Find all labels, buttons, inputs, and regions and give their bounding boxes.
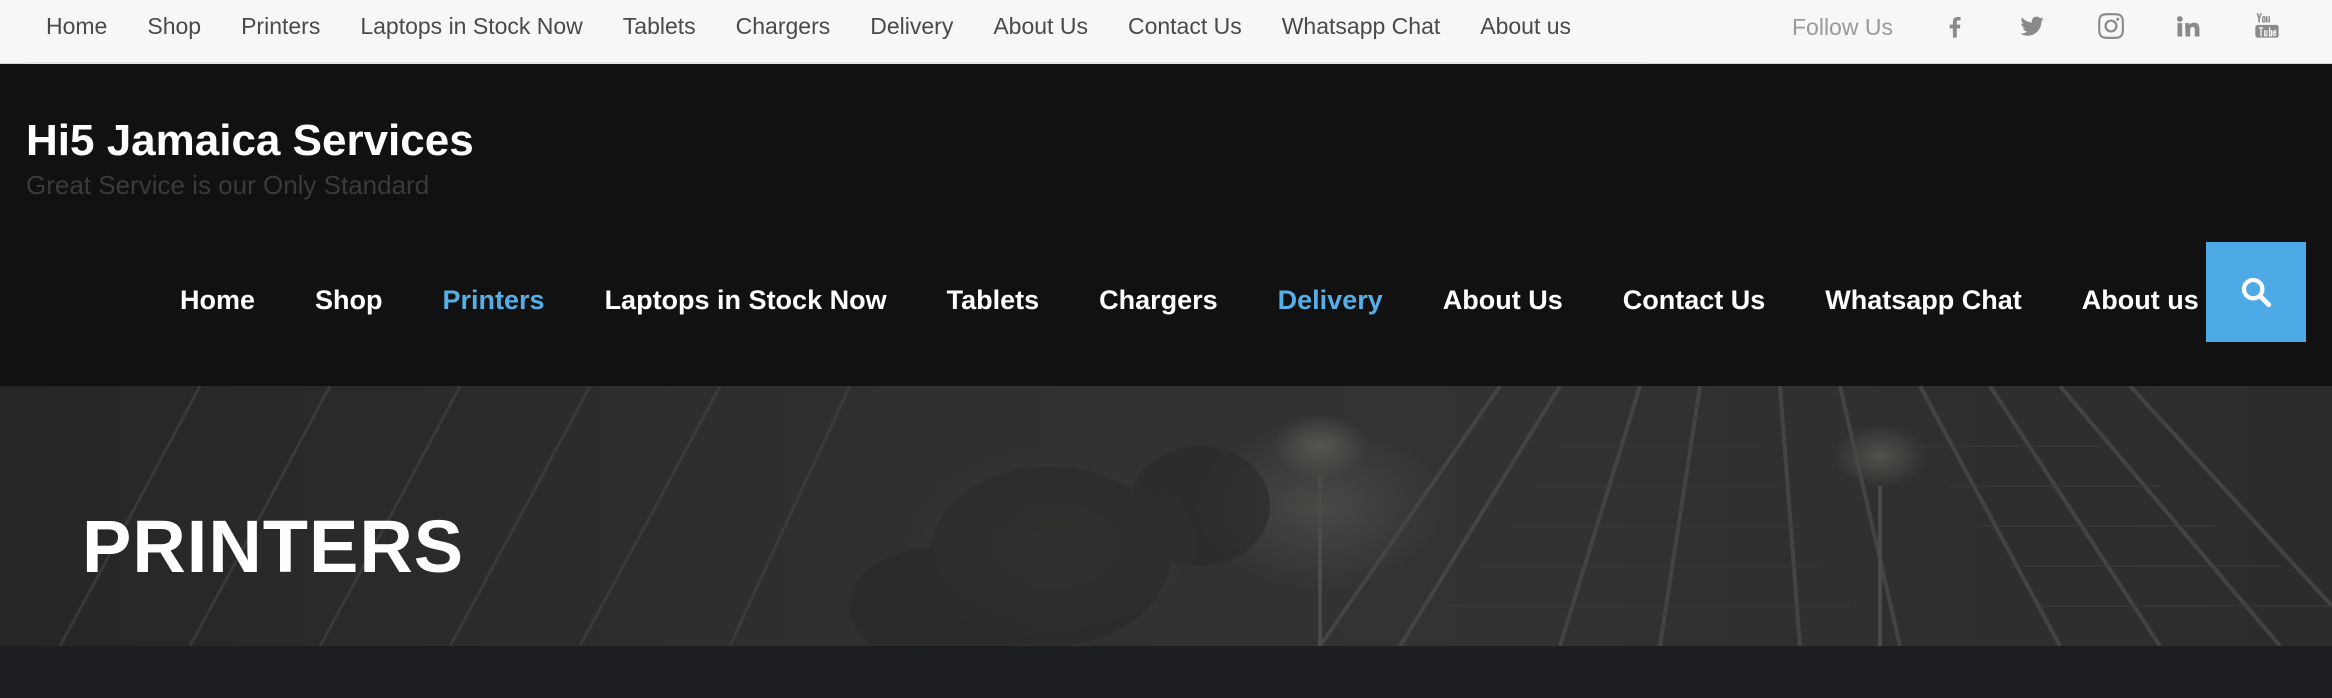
linkedin-icon[interactable] (2170, 8, 2206, 44)
main-nav-whatsapp-chat[interactable]: Whatsapp Chat (1795, 285, 2052, 316)
top-nav-delivery[interactable]: Delivery (850, 13, 973, 40)
page-hero-banner: PRINTERS (0, 386, 2332, 646)
follow-us-label: Follow Us (1792, 14, 1893, 40)
main-nav-contact-us[interactable]: Contact Us (1593, 285, 1796, 316)
main-nav-tablets[interactable]: Tablets (917, 285, 1070, 316)
main-nav-chargers[interactable]: Chargers (1069, 285, 1248, 316)
main-nav-printers[interactable]: Printers (413, 285, 575, 316)
main-nav: Home Shop Printers Laptops in Stock Now … (150, 272, 2229, 328)
top-nav-chargers[interactable]: Chargers (716, 13, 851, 40)
main-nav-about-us[interactable]: About Us (1413, 285, 1593, 316)
top-nav-contact-us[interactable]: Contact Us (1108, 13, 1262, 40)
site-header: Hi5 Jamaica Services Great Service is ou… (0, 64, 2332, 386)
top-nav-shop[interactable]: Shop (127, 13, 221, 40)
top-nav-about-us[interactable]: About Us (973, 13, 1108, 40)
facebook-icon[interactable] (1937, 8, 1973, 44)
twitter-icon[interactable] (2014, 8, 2050, 44)
content-area (0, 646, 2332, 698)
top-nav-laptops[interactable]: Laptops in Stock Now (340, 13, 602, 40)
youtube-icon[interactable] (2249, 8, 2285, 44)
search-icon (2241, 277, 2272, 308)
page-title: PRINTERS (82, 505, 465, 588)
search-button[interactable] (2206, 242, 2306, 342)
main-nav-laptops[interactable]: Laptops in Stock Now (575, 285, 917, 316)
top-nav-whatsapp-chat[interactable]: Whatsapp Chat (1262, 13, 1461, 40)
instagram-icon[interactable] (2093, 8, 2129, 44)
top-nav-printers[interactable]: Printers (221, 13, 340, 40)
main-nav-shop[interactable]: Shop (285, 285, 413, 316)
top-nav-home[interactable]: Home (26, 13, 127, 40)
site-tagline: Great Service is our Only Standard (26, 170, 430, 200)
main-nav-delivery[interactable]: Delivery (1248, 285, 1413, 316)
main-nav-about-us-2[interactable]: About us (2052, 285, 2229, 316)
top-nav: Home Shop Printers Laptops in Stock Now … (26, 0, 1591, 52)
main-nav-home[interactable]: Home (150, 285, 285, 316)
top-nav-about-us-2[interactable]: About us (1460, 13, 1591, 40)
site-title[interactable]: Hi5 Jamaica Services (26, 116, 474, 166)
top-nav-tablets[interactable]: Tablets (603, 13, 716, 40)
top-bar: Home Shop Printers Laptops in Stock Now … (0, 0, 2332, 64)
